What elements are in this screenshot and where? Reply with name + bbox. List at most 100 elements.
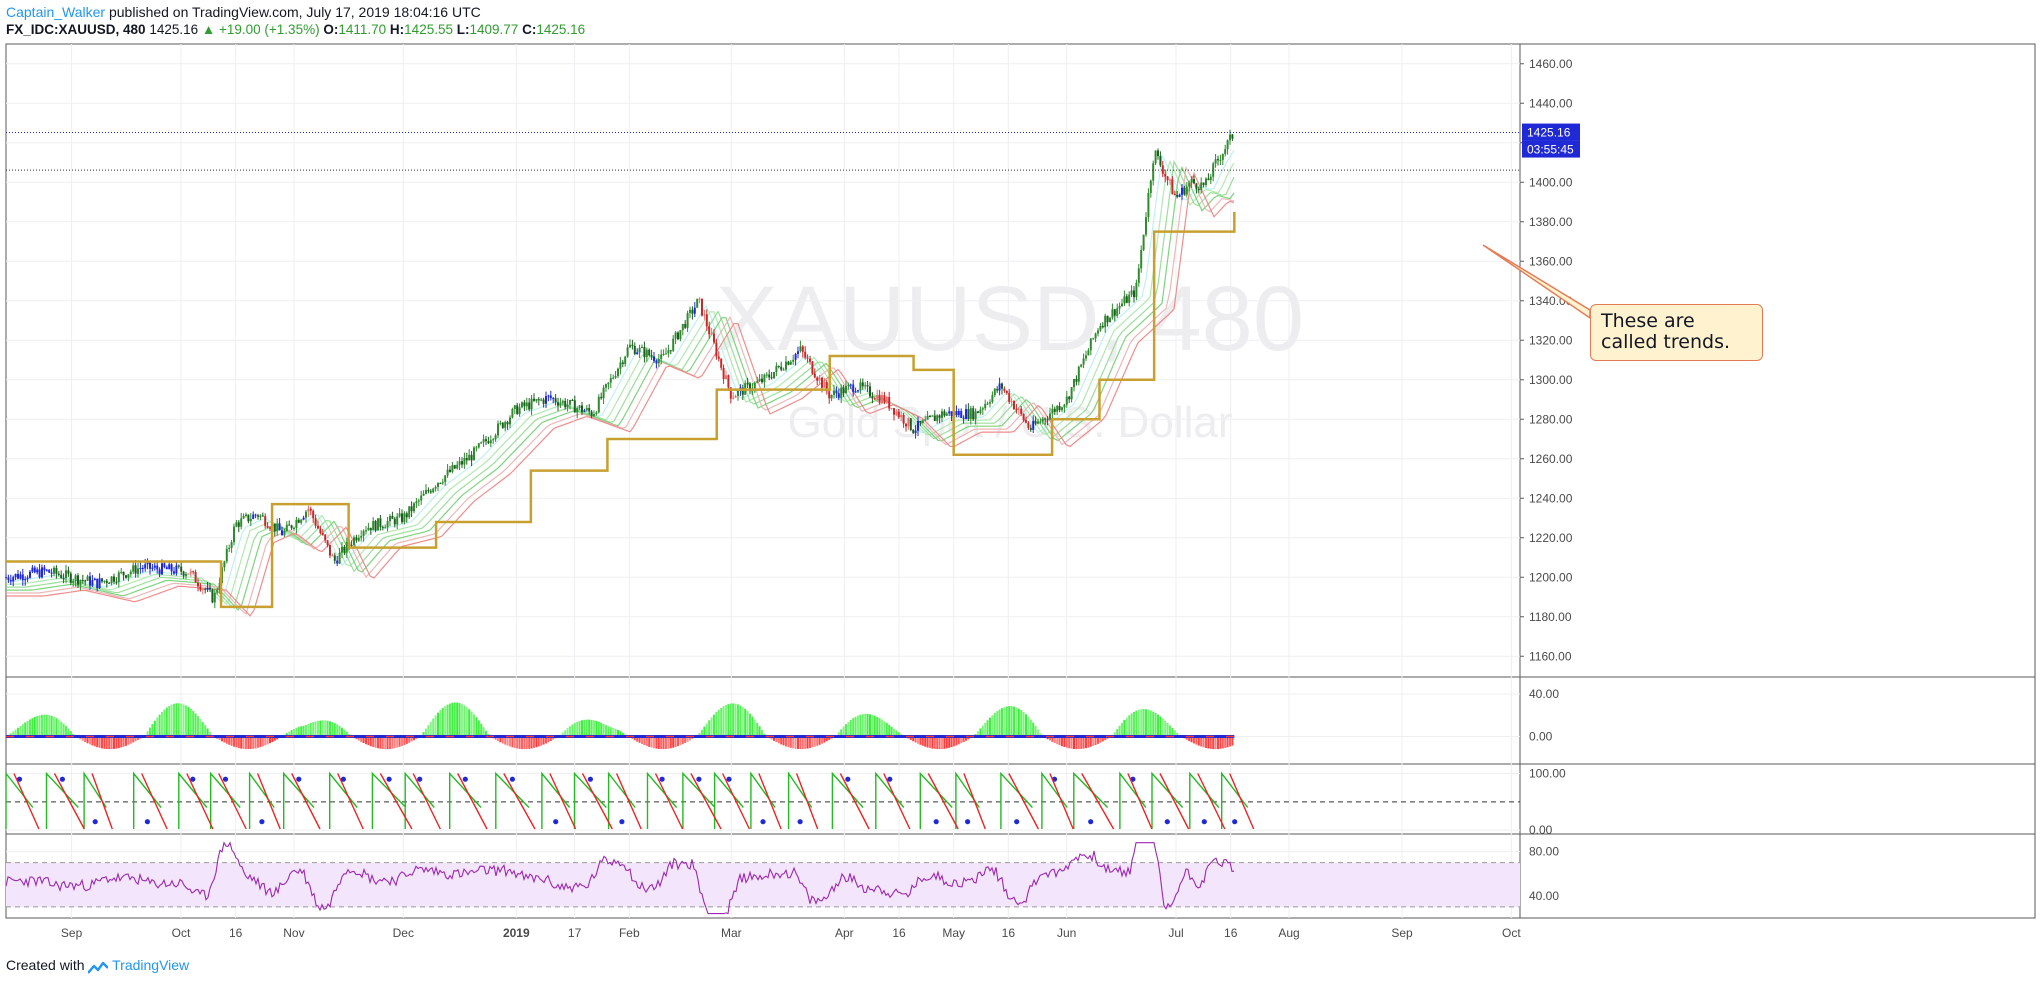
candle-body	[1205, 178, 1207, 185]
tradingview-brand-link[interactable]: TradingView	[112, 957, 189, 973]
candle-body	[252, 514, 255, 519]
candle-body	[1001, 383, 1003, 389]
candle-body	[763, 374, 766, 383]
candle-body	[1044, 418, 1047, 420]
candle-body	[417, 500, 420, 502]
candle-body	[1058, 406, 1061, 411]
y-tick-label: 1380.00	[1529, 215, 1573, 229]
histogram-bar	[859, 714, 862, 737]
candle-body	[948, 411, 951, 414]
chart-canvas[interactable]: XAUUSD, 480 Gold Spot / U.S. Dollar Sep O…	[0, 0, 2041, 983]
candle-body	[1133, 290, 1135, 298]
candle-body	[722, 367, 725, 379]
candle-body	[569, 400, 571, 405]
candle-body	[1221, 154, 1224, 160]
histogram-bar	[852, 718, 855, 737]
candle-body	[674, 332, 677, 339]
y-tick-label: 1260.00	[1529, 452, 1573, 466]
histogram-bar	[396, 736, 399, 748]
candle-body	[991, 395, 994, 403]
candle-body	[81, 580, 84, 581]
candle-body	[69, 573, 72, 583]
candle-body	[1092, 338, 1095, 340]
candle-body	[365, 530, 367, 532]
candle-body	[626, 347, 629, 357]
histogram-bar	[57, 719, 60, 737]
oscillator-dot	[92, 819, 98, 825]
candle-body	[1089, 338, 1092, 351]
histogram-bar	[249, 736, 252, 749]
candle-body	[156, 565, 159, 570]
candle-body	[734, 395, 737, 398]
x-tick-label: 16	[1224, 926, 1238, 940]
candle-body	[794, 354, 797, 360]
candle-body	[168, 564, 171, 570]
candle-body	[300, 519, 303, 523]
candle-body	[453, 465, 456, 469]
candle-body	[67, 570, 70, 574]
histogram-bar	[475, 717, 478, 737]
histogram-bar	[708, 720, 711, 737]
candle-body	[391, 516, 394, 519]
oscillator-dot	[462, 776, 468, 782]
histogram-bar	[945, 736, 948, 749]
candle-body	[989, 402, 991, 404]
candle-body	[1039, 421, 1042, 423]
candle-body	[746, 383, 749, 385]
candle-body	[501, 422, 504, 428]
histogram-bar	[881, 719, 883, 737]
histogram-bar	[597, 721, 600, 737]
histogram-bar	[24, 722, 27, 737]
candle-body	[518, 407, 521, 415]
histogram-bar	[744, 708, 747, 737]
candle-body	[698, 298, 701, 300]
candle-body	[254, 514, 257, 516]
histogram-bar	[1022, 712, 1025, 737]
candle-body	[595, 412, 598, 415]
candle-body	[144, 564, 147, 569]
candle-body	[614, 376, 617, 378]
histogram-bar	[578, 720, 581, 737]
histogram-bar	[151, 724, 154, 737]
histogram-bar	[749, 713, 751, 737]
candle-body	[45, 569, 48, 571]
candle-body	[170, 564, 173, 572]
candle-body	[689, 309, 691, 313]
candle-body	[792, 359, 795, 362]
oscillator-dot	[386, 776, 392, 782]
candle-body	[134, 565, 137, 574]
oscillator-dot	[760, 819, 766, 825]
candle-body	[189, 571, 192, 574]
candle-body	[869, 386, 871, 397]
candle-body	[17, 574, 19, 579]
oscillator-dot	[933, 819, 939, 825]
candle-body	[369, 527, 372, 531]
x-tick-label: Oct	[1502, 926, 1521, 940]
candle-body	[321, 533, 324, 535]
candle-body	[662, 353, 665, 355]
candle-body	[813, 373, 816, 378]
candle-body	[547, 395, 550, 397]
candle-body	[1094, 333, 1097, 339]
candle-body	[1101, 325, 1104, 328]
oscillator-dot	[1164, 819, 1170, 825]
candle-body	[401, 513, 403, 523]
histogram-bar	[1221, 736, 1224, 749]
candle-body	[7, 577, 10, 580]
candle-body	[233, 526, 235, 543]
histogram-bar	[799, 736, 802, 750]
histogram-bar	[331, 722, 334, 737]
candle-body	[907, 418, 910, 427]
histogram-bar	[480, 723, 483, 737]
histogram-bar	[245, 736, 247, 750]
candle-body	[1176, 195, 1179, 197]
candle-body	[833, 390, 835, 395]
histogram-bar	[813, 736, 816, 747]
candle-body	[1063, 404, 1066, 408]
histogram-bar	[732, 703, 735, 737]
histogram-bar	[314, 721, 317, 737]
y-tick-label: 0.00	[1529, 823, 1553, 837]
candle-body	[636, 352, 639, 355]
trend-annotation[interactable]: These are called trends.	[1590, 304, 1763, 361]
histogram-bar	[117, 736, 120, 749]
